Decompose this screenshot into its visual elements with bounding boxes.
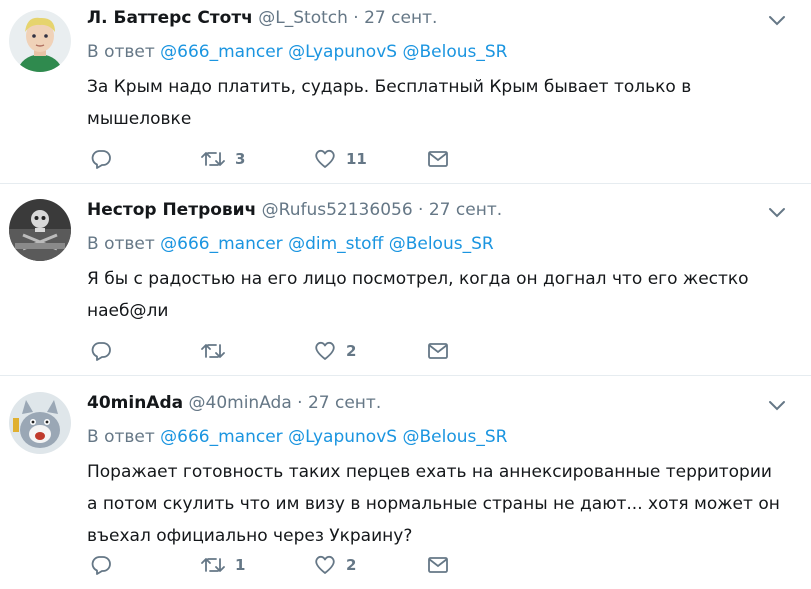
mention-link[interactable]: @Belous_SR — [402, 427, 507, 447]
direct-message-button[interactable] — [427, 556, 449, 574]
direct-message-button[interactable] — [427, 150, 449, 168]
timestamp[interactable]: 27 сент. — [364, 8, 437, 28]
reply-icon — [90, 149, 112, 169]
mention-link[interactable]: @666_mancer — [160, 42, 283, 62]
reply-prefix: В ответ — [87, 42, 155, 62]
reply-button[interactable] — [90, 555, 112, 575]
display-name[interactable]: Нестор Петрович — [87, 200, 256, 220]
retweet-icon — [201, 149, 225, 169]
heart-icon — [314, 555, 336, 575]
tweet-1[interactable]: Л. Баттерс Стотч @L_Stotch · 27 сент. В … — [0, 0, 811, 184]
display-name[interactable]: 40minAda — [87, 393, 183, 413]
reply-context: В ответ @666_mancer @LyapunovS @Belous_S… — [87, 42, 507, 62]
like-button[interactable]: 2 — [314, 555, 356, 575]
tweet-text: Я бы с радостью на его лицо посмотрел, к… — [87, 269, 749, 321]
envelope-icon — [427, 150, 449, 168]
envelope-icon — [427, 556, 449, 574]
timestamp[interactable]: 27 сент. — [308, 393, 381, 413]
chevron-down-icon[interactable] — [767, 12, 787, 26]
tweet-text: Поражает готовность таких перцев ехать н… — [87, 462, 780, 546]
retweet-button[interactable] — [201, 341, 235, 361]
avatar[interactable] — [9, 199, 71, 261]
reply-icon — [90, 341, 112, 361]
user-handle[interactable]: @Rufus52136056 — [262, 200, 413, 220]
retweet-icon — [201, 555, 225, 575]
tweet-text: За Крым надо платить, сударь. Бесплатный… — [87, 77, 692, 129]
like-count: 2 — [346, 556, 357, 574]
reply-icon — [90, 555, 112, 575]
timestamp[interactable]: 27 сент. — [429, 200, 502, 220]
display-name[interactable]: Л. Баттерс Стотч — [87, 8, 253, 28]
retweet-count: 3 — [235, 150, 246, 168]
heart-icon — [314, 149, 336, 169]
reply-prefix: В ответ — [87, 427, 155, 447]
direct-message-button[interactable] — [427, 342, 449, 360]
tweet-2[interactable]: Нестор Петрович @Rufus52136056 · 27 сент… — [0, 184, 811, 376]
chevron-down-icon[interactable] — [767, 397, 787, 411]
user-handle[interactable]: @40minAda — [189, 393, 292, 413]
reply-context: В ответ @666_mancer @dim_stoff @Belous_S… — [87, 234, 494, 254]
mention-link[interactable]: @dim_stoff — [288, 234, 383, 254]
mention-link[interactable]: @666_mancer — [160, 234, 283, 254]
chevron-down-icon[interactable] — [767, 204, 787, 218]
reply-button[interactable] — [90, 149, 112, 169]
like-count: 11 — [346, 150, 367, 168]
heart-icon — [314, 341, 336, 361]
envelope-icon — [427, 342, 449, 360]
like-count: 2 — [346, 342, 357, 360]
mention-link[interactable]: @LyapunovS — [288, 42, 397, 62]
separator: · — [297, 393, 303, 413]
mention-link[interactable]: @Belous_SR — [402, 42, 507, 62]
avatar[interactable] — [9, 392, 71, 454]
retweet-button[interactable]: 1 — [201, 555, 245, 575]
tweet-3[interactable]: 40minAda @40minAda · 27 сент. В ответ @6… — [0, 376, 811, 589]
retweet-button[interactable]: 3 — [201, 149, 245, 169]
separator: · — [353, 8, 359, 28]
avatar[interactable] — [9, 10, 71, 72]
reply-button[interactable] — [90, 341, 112, 361]
user-handle[interactable]: @L_Stotch — [258, 8, 348, 28]
like-button[interactable]: 11 — [314, 149, 367, 169]
retweet-count: 1 — [235, 556, 246, 574]
like-button[interactable]: 2 — [314, 341, 356, 361]
mention-link[interactable]: @LyapunovS — [288, 427, 397, 447]
mention-link[interactable]: @666_mancer — [160, 427, 283, 447]
separator: · — [418, 200, 424, 220]
retweet-icon — [201, 341, 225, 361]
mention-link[interactable]: @Belous_SR — [389, 234, 494, 254]
reply-context: В ответ @666_mancer @LyapunovS @Belous_S… — [87, 427, 507, 447]
reply-prefix: В ответ — [87, 234, 155, 254]
